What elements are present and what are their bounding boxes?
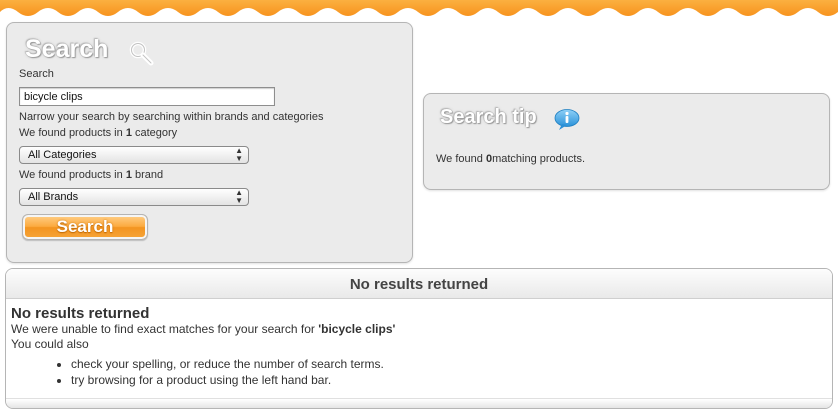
tip-text-suffix: matching products. [492,153,586,165]
category-select[interactable]: All Categories ▲ ▼ [19,146,249,164]
top-wave-banner [0,0,838,16]
search-input[interactable] [19,87,275,106]
select-arrows-icon: ▲ ▼ [235,188,243,205]
results-panel: No results returned No results returned … [5,268,833,409]
results-title: No results returned [11,305,150,322]
search-tip-text: We found 0matching products. [436,153,585,165]
brand-select-value: All Brands [28,191,79,203]
search-button[interactable]: Search [22,214,148,240]
results-message-prefix: We were unable to find exact matches for… [11,322,319,336]
search-panel: Search Search Narrow your search by sear… [6,22,413,263]
search-tip-panel: Search tip We found 0matching products. [423,93,830,190]
suggestion-item: check your spelling, or reduce the numbe… [71,356,827,372]
brand-select[interactable]: All Brands ▲ ▼ [19,188,249,206]
suggestion-list: check your spelling, or reduce the numbe… [11,356,827,388]
category-count-prefix: We found products in [19,127,126,139]
search-tip-title: Search tip [440,106,537,128]
search-field-label: Search [19,68,54,80]
category-select-value: All Categories [28,149,97,161]
select-arrows-icon: ▲ ▼ [235,146,243,163]
results-message: We were unable to find exact matches for… [11,322,827,337]
could-also-text: You could also [11,337,89,351]
narrow-search-text: Narrow your search by searching within b… [19,111,324,123]
category-count-suffix: category [131,127,178,139]
category-count-text: We found products in 1 category [19,127,177,139]
brand-count-text: We found products in 1 brand [19,169,163,181]
brand-count-prefix: We found products in [19,169,126,181]
brand-count-suffix: brand [131,169,164,181]
search-panel-title: Search [25,35,109,63]
tip-text-prefix: We found [436,153,486,165]
suggestion-item: try browsing for a product using the lef… [71,372,827,388]
info-bubble-icon [554,109,580,130]
results-footer-bar [6,398,832,408]
results-body: No results returned We were unable to fi… [11,305,827,388]
results-header: No results returned [6,269,832,299]
results-query: 'bicycle clips' [318,322,396,336]
magnifier-icon [129,41,154,66]
